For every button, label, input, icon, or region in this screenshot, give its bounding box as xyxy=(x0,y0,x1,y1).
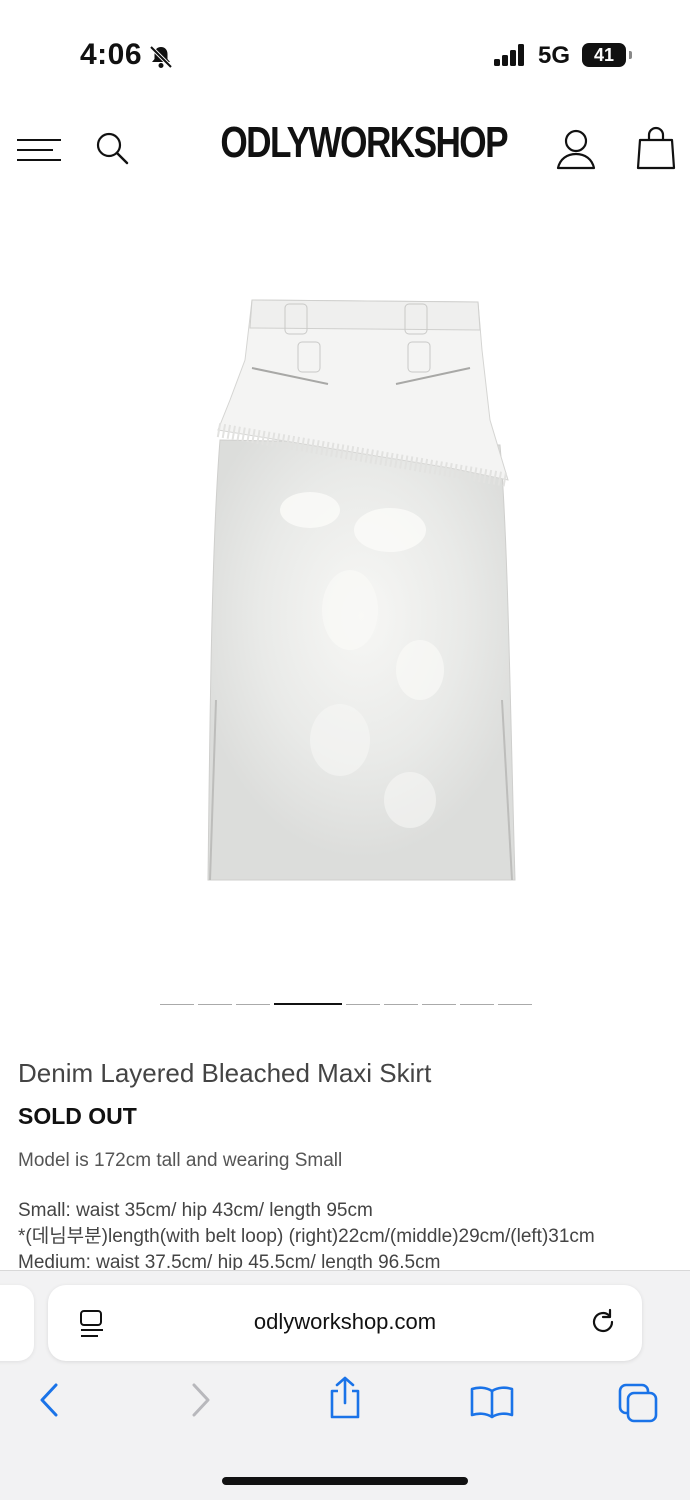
carousel-dot[interactable] xyxy=(198,1004,232,1005)
silent-bell-icon xyxy=(148,44,174,75)
shopping-bag-icon[interactable] xyxy=(636,126,676,170)
product-info: Denim Layered Bleached Maxi Skirt SOLD O… xyxy=(18,1058,678,1276)
reload-icon[interactable] xyxy=(588,1307,618,1342)
status-time: 4:06 xyxy=(80,38,143,71)
carousel-dot[interactable] xyxy=(498,1004,532,1005)
address-bar[interactable]: odlyworkshop.com xyxy=(48,1285,642,1361)
browser-chrome: odlyworkshop.com xyxy=(0,1270,690,1500)
carousel-indicators xyxy=(160,1003,532,1007)
carousel-dot[interactable] xyxy=(346,1004,380,1005)
sold-out-label: SOLD OUT xyxy=(18,1103,137,1129)
size-denim-length: *(데님부분)length(with belt loop) (right)22c… xyxy=(18,1226,595,1247)
carousel-dot-active[interactable] xyxy=(274,1003,342,1005)
carousel-dot[interactable] xyxy=(236,1004,270,1005)
tabs-icon[interactable] xyxy=(618,1383,660,1428)
status-bar: 4:06 5G 41 xyxy=(0,0,690,100)
network-type: 5G xyxy=(538,42,571,69)
carousel-dot[interactable] xyxy=(160,1004,194,1005)
product-photo[interactable] xyxy=(190,280,530,910)
size-small: Small: waist 35cm/ hip 43cm/ length 95cm xyxy=(18,1200,373,1221)
bookmarks-icon[interactable] xyxy=(470,1385,514,1424)
battery-icon: 41 xyxy=(582,43,632,67)
share-icon[interactable] xyxy=(326,1375,364,1426)
cellular-signal-icon xyxy=(494,44,526,71)
search-icon[interactable] xyxy=(94,130,132,168)
size-details: Small: waist 35cm/ hip 43cm/ length 95cm… xyxy=(18,1198,678,1276)
site-logo[interactable]: ODLYWORKSHOP xyxy=(220,118,508,168)
user-icon[interactable] xyxy=(556,128,596,170)
previous-tab-edge[interactable] xyxy=(0,1285,34,1361)
home-indicator[interactable] xyxy=(222,1477,468,1485)
model-note: Model is 172cm tall and wearing Small xyxy=(18,1150,343,1171)
carousel-dot[interactable] xyxy=(422,1004,456,1005)
product-title: Denim Layered Bleached Maxi Skirt xyxy=(18,1058,432,1088)
carousel-dot[interactable] xyxy=(460,1004,494,1005)
url-text[interactable]: odlyworkshop.com xyxy=(48,1309,642,1335)
carousel-dot[interactable] xyxy=(384,1004,418,1005)
hamburger-icon[interactable] xyxy=(17,137,61,163)
forward-icon[interactable] xyxy=(186,1381,214,1424)
site-header: ODLYWORKSHOP xyxy=(0,100,690,200)
back-icon[interactable] xyxy=(36,1381,64,1424)
